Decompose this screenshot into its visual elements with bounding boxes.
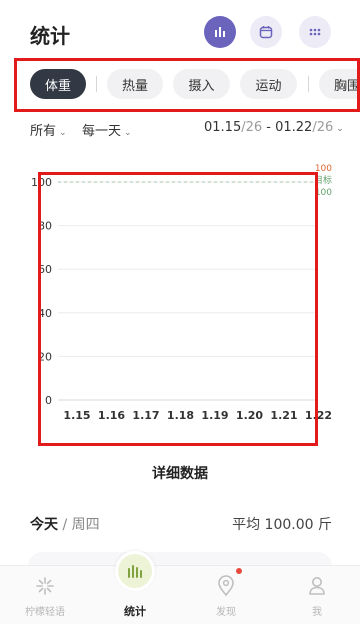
tab-intake[interactable]: 摄入 [173, 69, 230, 99]
tab-calories[interactable]: 热量 [107, 69, 163, 99]
page-title: 统计 [30, 24, 70, 48]
date-separator: - [262, 120, 276, 135]
tab-divider [308, 76, 309, 92]
goal-label: 100 目标 100 [300, 163, 332, 199]
tab-weight[interactable]: 体重 [30, 69, 86, 99]
lemon-icon [36, 577, 54, 595]
more-button[interactable] [299, 16, 331, 48]
nav-item-discover[interactable]: 发现 [191, 566, 261, 624]
detail-section-title: 详细数据 [152, 466, 208, 482]
x-tick-label: 1.15 [63, 409, 90, 422]
bar-chart-icon [128, 565, 142, 578]
x-tick-label: 1.16 [98, 409, 125, 422]
location-pin-icon [218, 575, 234, 597]
tab-exercise[interactable]: 运动 [240, 69, 297, 99]
stats-button[interactable] [204, 16, 236, 48]
chevron-down-icon: ⌄ [59, 128, 67, 138]
x-tick-label: 1.21 [270, 409, 297, 422]
day-label: 今天 / 周四 [30, 514, 100, 534]
nav-item-home[interactable]: 柠檬轻语 [10, 566, 80, 624]
y-tick-label: 60 [38, 263, 52, 276]
scope-filter[interactable]: 所有 ⌄ [30, 120, 67, 139]
grid-icon [309, 28, 321, 36]
chevron-down-icon: ⌄ [336, 124, 344, 134]
x-tick-label: 1.20 [236, 409, 263, 422]
date-start: 01.15 [204, 120, 242, 135]
average-value: 平均 100.00 斤 [232, 517, 332, 533]
notification-dot [236, 568, 242, 574]
nav-item-label: 统计 [124, 605, 146, 618]
y-tick-label: 80 [38, 220, 52, 233]
x-tick-label: 1.17 [132, 409, 159, 422]
person-icon [309, 577, 325, 595]
day-separator: / [58, 517, 72, 533]
nav-item-label: 我 [312, 607, 322, 618]
goal-caption: 目标 [313, 176, 332, 186]
goal-value-top: 100 [314, 164, 332, 174]
period-filter-label: 每一天 [82, 124, 122, 139]
calendar-button[interactable] [250, 16, 282, 48]
calendar-icon [259, 26, 273, 39]
nav-item-label: 柠檬轻语 [25, 607, 65, 618]
stats-icon [215, 27, 225, 37]
x-tick-label: 1.18 [167, 409, 194, 422]
tab-chest[interactable]: 胸围 [319, 69, 360, 99]
metric-tabs: 体重 热量 摄入 运动 胸围 [14, 58, 360, 112]
date-start-year: /26 [241, 120, 263, 135]
x-tick-label: 1.19 [201, 409, 228, 422]
chevron-down-icon: ⌄ [124, 128, 132, 138]
y-tick-label: 20 [38, 350, 52, 363]
tab-divider [96, 76, 97, 92]
y-tick-label: 0 [45, 394, 52, 407]
date-end: 01.22 [275, 120, 313, 135]
goal-value-bottom: 100 [314, 188, 332, 198]
y-tick-label: 40 [38, 307, 52, 320]
nav-item-label: 发现 [216, 607, 236, 618]
scope-filter-label: 所有 [30, 124, 57, 139]
x-tick-label: 1.22 [305, 409, 332, 422]
stats-nav-bubble[interactable] [115, 551, 155, 591]
bottom-nav: 柠檬轻语 统计 发现 我 [0, 565, 360, 624]
day-name: 今天 [30, 517, 58, 533]
date-end-year: /26 [312, 120, 334, 135]
y-tick-label: 100 [31, 176, 52, 189]
date-range-selector[interactable]: 01.15/26 - 01.22/26 ⌄ [204, 120, 344, 135]
weekday-name: 周四 [71, 517, 100, 533]
period-filter[interactable]: 每一天 ⌄ [82, 120, 132, 139]
nav-item-me[interactable]: 我 [282, 566, 352, 624]
